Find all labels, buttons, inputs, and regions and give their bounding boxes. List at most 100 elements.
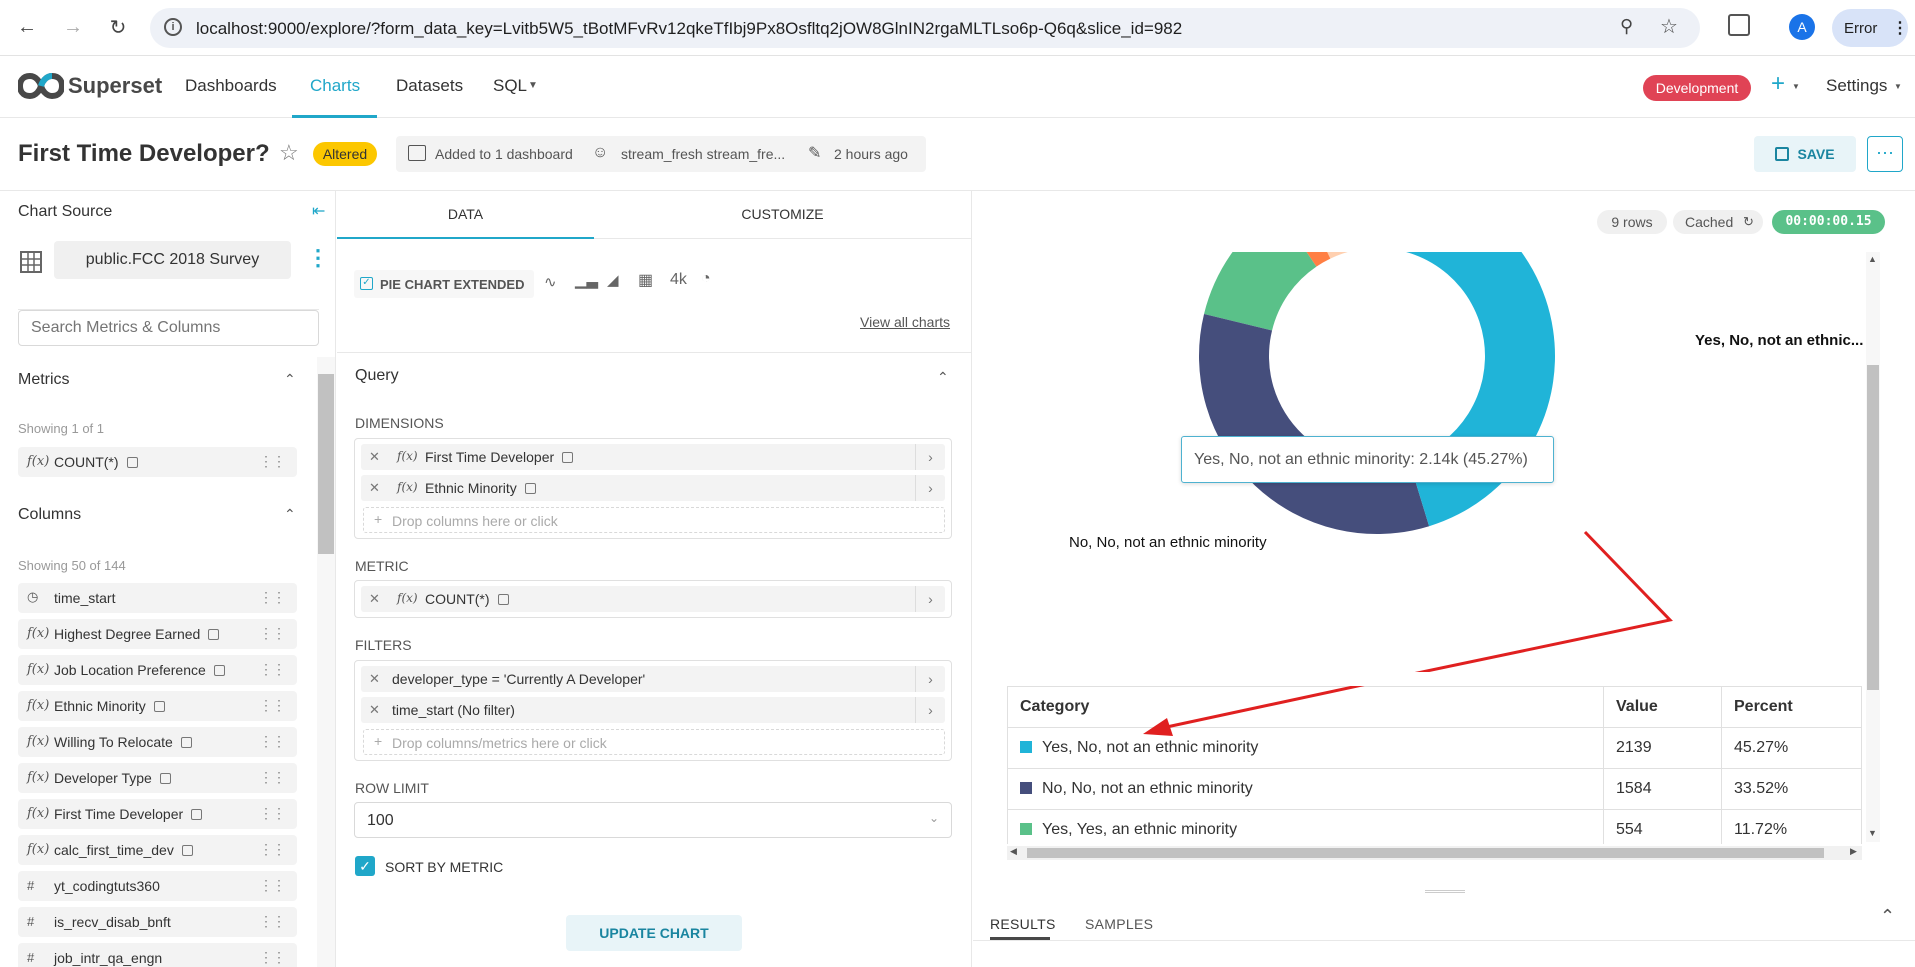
drag-handle-icon[interactable]: ⋮⋮ [259,625,286,642]
metrics-collapse-icon[interactable]: ⌃ [284,371,296,388]
back-icon[interactable]: ← [12,12,42,42]
scroll-up-icon[interactable]: ▲ [1868,254,1877,264]
query-collapse-icon[interactable]: ⌃ [937,369,949,386]
column-item[interactable]: f(x) Highest Degree Earned ⋮⋮ [18,619,297,649]
remove-icon[interactable]: ✕ [369,480,380,496]
table-row[interactable]: Yes, No, not an ethnic minority 2139 45.27… [1007,727,1862,769]
columns-heading[interactable]: Columns [18,506,81,524]
browser-error-button[interactable]: Error ⋮ [1832,9,1908,47]
dimension-pill[interactable]: ✕ f(x) First Time Developer › [361,444,945,470]
table-hscrollbar-thumb[interactable] [1027,848,1824,858]
altered-badge[interactable]: Altered [313,142,377,166]
column-item[interactable]: f(x) Job Location Preference ⋮⋮ [18,655,297,685]
zoom-icon[interactable]: ⚲ [1620,16,1633,37]
filter-pill[interactable]: ✕ time_start (No filter) › [361,697,945,723]
tab-samples[interactable]: SAMPLES [1085,916,1153,932]
sort-by-metric-checkbox[interactable]: ✓ [355,856,375,876]
table-row[interactable]: Yes, Yes, an ethnic minority 554 11.72% [1007,809,1862,844]
column-item[interactable]: f(x) Developer Type ⋮⋮ [18,763,297,793]
column-header-percent[interactable]: Percent [1721,686,1862,728]
filter-pill[interactable]: ✕ developer_type = 'Currently A Developer… [361,666,945,692]
dataset-menu-icon[interactable]: ⋮ [307,245,329,271]
tab-data[interactable]: DATA [337,191,594,239]
bar-chart-icon[interactable]: ▁▃ [575,271,598,289]
add-new-icon[interactable]: + [1771,70,1785,98]
update-chart-button[interactable]: UPDATE CHART [566,915,742,951]
drag-handle-icon[interactable]: ⋮⋮ [259,913,286,930]
nav-charts[interactable]: Charts [310,76,360,96]
site-info-icon[interactable]: i [164,18,182,36]
chevron-right-icon[interactable]: › [915,475,945,501]
nav-dashboards[interactable]: Dashboards [185,76,277,96]
chart-title[interactable]: First Time Developer? [18,140,270,168]
cached-badge[interactable]: Cached ↻ [1673,210,1763,234]
reload-icon[interactable]: ↻ [103,12,133,42]
drag-handle-icon[interactable]: ⋮⋮ [259,453,286,470]
superset-logo-icon[interactable] [16,72,66,100]
search-metrics-input[interactable] [18,310,319,346]
chart-scrollbar-thumb[interactable] [1867,365,1879,690]
big-number-button[interactable]: 4k [670,271,687,289]
scroll-right-icon[interactable]: ▶ [1850,846,1857,857]
column-header-value[interactable]: Value [1603,686,1722,728]
drag-handle-icon[interactable]: ⋮⋮ [259,769,286,786]
expand-results-icon[interactable]: ⌃ [1880,906,1895,927]
scroll-left-icon[interactable]: ◀ [1010,846,1017,857]
chevron-right-icon[interactable]: › [915,586,945,612]
dashboards-count[interactable]: Added to 1 dashboard [435,146,573,162]
column-item[interactable]: f(x) Ethnic Minority ⋮⋮ [18,691,297,721]
column-item[interactable]: ◷ time_start ⋮⋮ [18,583,297,613]
drag-handle-icon[interactable]: ⋮⋮ [259,733,286,750]
extensions-icon[interactable] [1728,14,1750,36]
tab-results[interactable]: RESULTS [990,916,1056,932]
table-icon[interactable]: ▦ [638,270,653,290]
column-item[interactable]: # is_recv_disab_bnft ⋮⋮ [18,907,297,937]
column-item[interactable]: f(x) Willing To Relocate ⋮⋮ [18,727,297,757]
drag-handle-icon[interactable]: ⋮⋮ [259,841,286,858]
metrics-heading[interactable]: Metrics [18,371,70,389]
column-header-category[interactable]: Category [1007,686,1604,728]
remove-icon[interactable]: ✕ [369,591,380,607]
drag-handle-icon[interactable]: ⋮⋮ [259,877,286,894]
forward-icon[interactable]: → [58,12,88,42]
drag-handle-icon[interactable]: ⋮⋮ [259,805,286,822]
column-item[interactable]: f(x) First Time Developer ⋮⋮ [18,799,297,829]
line-chart-icon[interactable]: ∿ [544,273,557,291]
drag-handle-icon[interactable]: ⋮⋮ [259,661,286,678]
metric-pill[interactable]: ✕ f(x) COUNT(*) › [361,586,945,612]
settings-menu[interactable]: Settings [1826,76,1887,96]
pie-chart-icon[interactable]: ◔ [701,270,711,288]
metric-item[interactable]: f(x) COUNT(*) ⋮⋮ [18,447,297,477]
scroll-down-icon[interactable]: ▼ [1868,828,1877,838]
favorite-star-icon[interactable]: ☆ [279,140,299,166]
drag-handle-icon[interactable]: ⋮⋮ [259,589,286,606]
remove-icon[interactable]: ✕ [369,449,380,465]
dataset-name[interactable]: public.FCC 2018 Survey [54,241,291,279]
chevron-right-icon[interactable]: › [915,666,945,692]
bookmark-star-icon[interactable]: ☆ [1660,14,1678,39]
remove-icon[interactable]: ✕ [369,702,380,718]
column-item[interactable]: f(x) calc_first_time_dev ⋮⋮ [18,835,297,865]
view-all-charts-link[interactable]: View all charts [860,314,950,330]
chevron-right-icon[interactable]: › [915,697,945,723]
dimensions-drop-hint[interactable]: + Drop columns here or click [363,507,945,533]
collapse-panel-icon[interactable]: ⇤ [312,201,325,221]
area-chart-icon[interactable]: ◢ [607,271,619,289]
nav-sql[interactable]: SQL [493,76,527,96]
row-limit-select[interactable]: 100 ⌄ [354,802,952,838]
profile-avatar[interactable]: A [1789,14,1815,40]
query-heading[interactable]: Query [355,367,399,385]
more-actions-button[interactable]: ⋯ [1867,136,1903,172]
viz-type-selected[interactable]: ✓ PIE CHART EXTENDED [354,270,534,298]
column-item[interactable]: # yt_codingtuts360 ⋮⋮ [18,871,297,901]
table-row[interactable]: No, No, not an ethnic minority 1584 33.52% [1007,768,1862,810]
chevron-right-icon[interactable]: › [915,444,945,470]
filters-drop-hint[interactable]: + Drop columns/metrics here or click [363,729,945,755]
owner-name[interactable]: stream_fresh stream_fre... [621,146,785,162]
resize-handle[interactable] [1425,890,1465,893]
drag-handle-icon[interactable]: ⋮⋮ [259,949,286,966]
left-scrollbar-thumb[interactable] [318,374,334,554]
nav-datasets[interactable]: Datasets [396,76,463,96]
column-item[interactable]: # job_intr_qa_engn ⋮⋮ [18,943,297,967]
remove-icon[interactable]: ✕ [369,671,380,687]
